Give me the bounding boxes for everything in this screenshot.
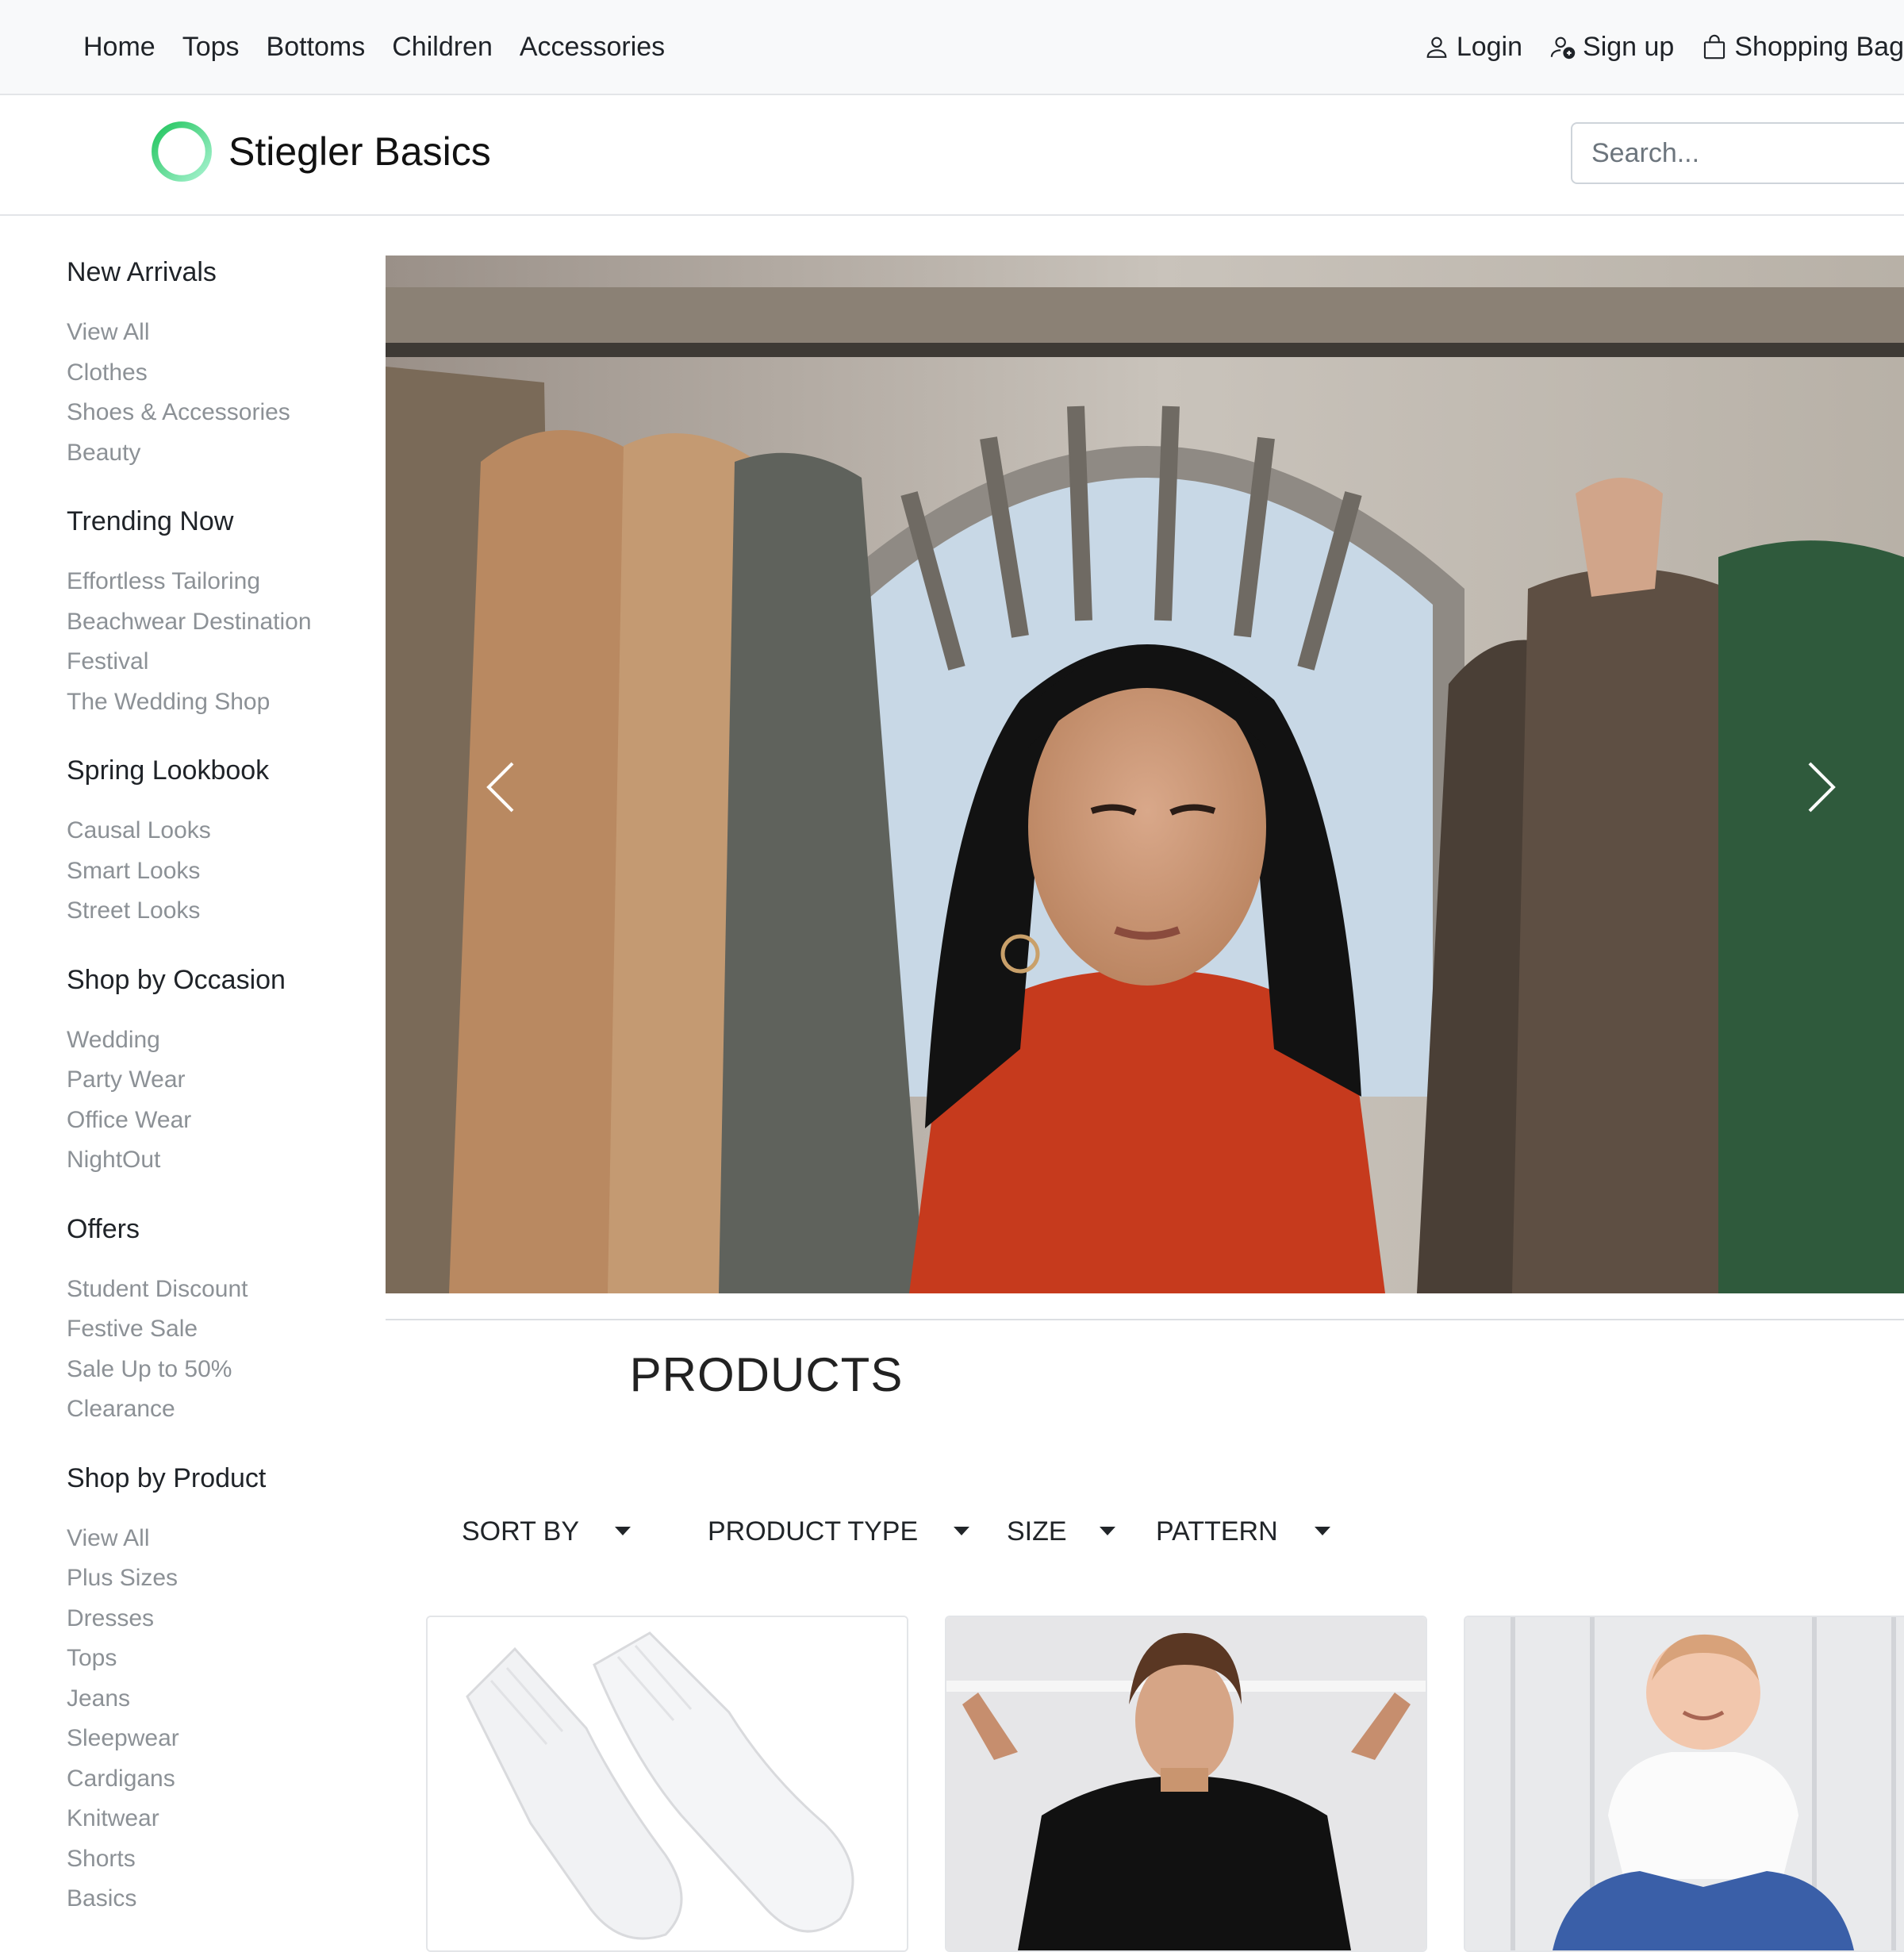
sidebar-item[interactable]: Causal Looks	[67, 811, 368, 851]
sidebar-item[interactable]: Festive Sale	[67, 1309, 368, 1350]
sidebar-heading: Offers	[67, 1213, 140, 1244]
product-image-tshirt-man	[946, 1617, 1426, 1950]
person-add-icon	[1550, 37, 1576, 60]
sidebar-item[interactable]: Office Wear	[67, 1101, 368, 1141]
person-icon	[1426, 37, 1447, 58]
sidebar-item[interactable]: Beachwear Destination	[67, 602, 368, 643]
sidebar-item[interactable]: Party Wear	[67, 1060, 368, 1101]
nav-link-home[interactable]: Home	[83, 32, 155, 63]
sidebar-item[interactable]: View All	[67, 313, 368, 353]
sidebar-item[interactable]: The Wedding Shop	[67, 682, 368, 723]
header-brand-bar: Stiegler Basics	[0, 95, 1904, 216]
shopping-bag-label: Shopping Bag	[1734, 31, 1904, 62]
pattern-dropdown[interactable]: PATTERN	[1156, 1508, 1330, 1555]
carousel-prev-button[interactable]	[469, 732, 532, 843]
size-label: SIZE	[1007, 1516, 1067, 1547]
product-image-baby	[1465, 1617, 1904, 1950]
product-type-dropdown[interactable]: PRODUCT TYPE	[708, 1508, 969, 1555]
sidebar-item[interactable]: Plus Sizes	[67, 1558, 368, 1599]
brand-name: Stiegler Basics	[228, 129, 491, 174]
sidebar-item[interactable]: Festival	[67, 642, 368, 682]
sidebar-item[interactable]: Shoes & Accessories	[67, 393, 368, 433]
caret-down-icon	[954, 1527, 969, 1535]
sidebar-item[interactable]: Wedding	[67, 1020, 368, 1061]
sidebar-item[interactable]: Shorts	[67, 1839, 368, 1880]
sidebar-item[interactable]: Sale Up to 50%	[67, 1350, 368, 1390]
main-nav-links: Home Tops Bottoms Children Accessories	[83, 0, 665, 94]
signup-label: Sign up	[1583, 31, 1675, 62]
sidebar-group-spring-lookbook: Spring Lookbook Causal Looks Smart Looks…	[67, 751, 368, 932]
search-input[interactable]	[1571, 122, 1904, 184]
sidebar-item[interactable]: Street Looks	[67, 891, 368, 932]
sidebar-item[interactable]: Dresses	[67, 1599, 368, 1639]
sidebar-group-offers: Offers Student Discount Festive Sale Sal…	[67, 1209, 368, 1430]
login-label: Login	[1456, 31, 1523, 62]
nav-link-children[interactable]: Children	[392, 32, 493, 63]
sidebar-group-shop-by-product: Shop by Product View All Plus Sizes Dres…	[67, 1458, 368, 1919]
hero-image	[386, 256, 1904, 1293]
product-card[interactable]	[945, 1616, 1427, 1952]
section-divider	[386, 1319, 1904, 1320]
sidebar-heading: New Arrivals	[67, 257, 217, 287]
sidebar-item[interactable]: Effortless Tailoring	[67, 562, 368, 602]
sidebar-heading: Shop by Occasion	[67, 964, 286, 995]
sidebar-item[interactable]: NightOut	[67, 1140, 368, 1181]
sidebar-item[interactable]: Clothes	[67, 353, 368, 394]
product-card[interactable]	[426, 1616, 908, 1952]
sidebar-item[interactable]: View All	[67, 1519, 368, 1559]
chevron-left-icon	[486, 762, 514, 813]
sidebar-heading: Spring Lookbook	[67, 755, 270, 786]
sidebar-item[interactable]: Tops	[67, 1639, 368, 1679]
chevron-right-icon	[1808, 762, 1836, 813]
sidebar-item[interactable]: Jeans	[67, 1679, 368, 1720]
sidebar-item[interactable]: Clearance	[67, 1389, 368, 1430]
caret-down-icon	[1100, 1527, 1115, 1535]
login-link[interactable]: Login	[1423, 32, 1522, 63]
top-navbar: Home Tops Bottoms Children Accessories L…	[0, 0, 1904, 95]
pattern-label: PATTERN	[1156, 1516, 1278, 1547]
account-links: Login Sign up Shopping Bag	[1423, 0, 1904, 94]
sidebar-group-trending-now: Trending Now Effortless Tailoring Beachw…	[67, 501, 368, 722]
sidebar-item[interactable]: Smart Looks	[67, 851, 368, 892]
sort-by-dropdown[interactable]: SORT BY	[462, 1508, 631, 1555]
sidebar-heading: Shop by Product	[67, 1462, 267, 1493]
sidebar-item[interactable]: Cardigans	[67, 1759, 368, 1800]
nav-link-accessories[interactable]: Accessories	[520, 32, 665, 63]
ring-logo-icon	[152, 121, 212, 182]
sidebar-item[interactable]: Student Discount	[67, 1270, 368, 1310]
sidebar-item[interactable]: Knitwear	[67, 1799, 368, 1839]
shopping-bag-icon	[1704, 34, 1726, 60]
carousel-next-button[interactable]	[1790, 732, 1853, 843]
sidebar-item[interactable]: Basics	[67, 1879, 368, 1919]
size-dropdown[interactable]: SIZE	[1007, 1508, 1115, 1555]
category-sidebar: New Arrivals View All Clothes Shoes & Ac…	[67, 252, 368, 1948]
sort-by-label: SORT BY	[462, 1516, 580, 1547]
sidebar-item[interactable]: Beauty	[67, 433, 368, 474]
product-image-socks	[428, 1617, 907, 1950]
brand[interactable]: Stiegler Basics	[149, 119, 491, 184]
sidebar-item[interactable]: Sleepwear	[67, 1719, 368, 1759]
signup-link[interactable]: Sign up	[1549, 32, 1674, 63]
sidebar-heading: Trending Now	[67, 506, 234, 536]
product-card[interactable]	[1464, 1616, 1904, 1952]
caret-down-icon	[1315, 1527, 1330, 1535]
caret-down-icon	[615, 1527, 631, 1535]
product-type-label: PRODUCT TYPE	[708, 1516, 919, 1547]
hero-carousel	[386, 256, 1904, 1293]
sidebar-group-shop-by-occasion: Shop by Occasion Wedding Party Wear Offi…	[67, 960, 368, 1181]
sidebar-group-new-arrivals: New Arrivals View All Clothes Shoes & Ac…	[67, 252, 368, 473]
products-heading: PRODUCTS	[629, 1348, 904, 1401]
nav-link-tops[interactable]: Tops	[182, 32, 240, 63]
shopping-bag-link[interactable]: Shopping Bag	[1701, 32, 1904, 63]
nav-link-bottoms[interactable]: Bottoms	[267, 32, 366, 63]
